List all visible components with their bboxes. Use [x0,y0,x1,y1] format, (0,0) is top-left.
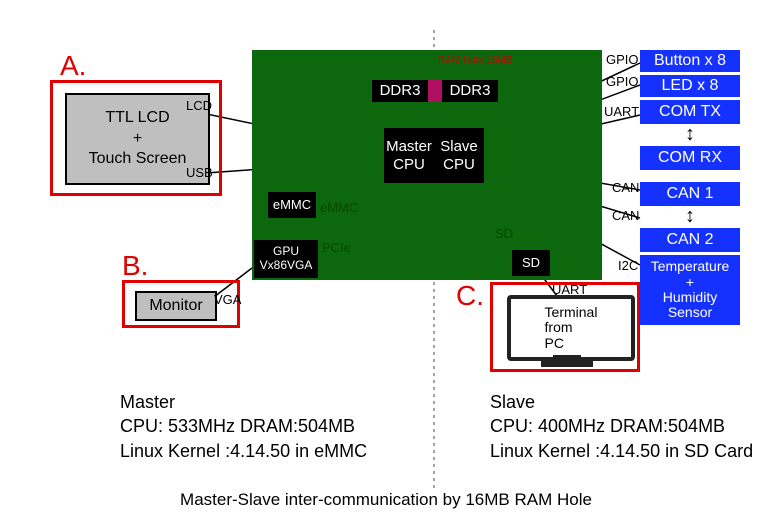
group-b-label: B. [122,250,148,282]
terminal-screen: Terminal from PC [507,295,635,361]
uart1-label: UART [604,104,639,119]
gpu-block: GPU Vx86VGA [254,240,318,278]
terminal-base [541,361,593,367]
com-rx-block: COM RX [640,146,740,170]
emmc-port-label: eMMC [320,200,358,215]
usb-port-label: USB [186,165,213,180]
group-a-label: A. [60,50,86,82]
can-arrow-icon: ↕ [640,206,740,226]
sd-port-label: SD [495,226,513,241]
pcie-port-label: PCIe [322,240,351,255]
can1-block: CAN 1 [640,182,740,206]
leds-block: LED x 8 [640,75,740,97]
monitor-block: Monitor [135,291,217,321]
ddr3-left: DDR3 [372,80,428,102]
ram-hole-marker [428,80,442,102]
i2c-label: I2C [618,258,638,273]
can2-block: CAN 2 [640,228,740,252]
slave-cpu: Slave CPU [434,128,484,183]
group-c-label: C. [456,280,484,312]
lcd-port-label: LCD [186,98,212,113]
ddr3-right: DDR3 [442,80,498,102]
emmc-block: eMMC [268,192,316,218]
sd-block: SD [512,250,550,276]
terminal-uart-label: UART [552,282,587,297]
ram-hole-note: RAM Hole 16MB [438,55,512,66]
footer-caption: Master-Slave inter-communication by 16MB… [0,490,772,510]
com-tx-block: COM TX [640,100,740,124]
master-cpu: Master CPU [384,128,434,183]
slave-caption: Slave CPU: 400MHz DRAM:504MB Linux Kerne… [490,390,753,463]
com-arrow-icon: ↕ [640,124,740,144]
gpio1-label: GPIO [606,52,639,67]
can1-label: CAN [612,180,639,195]
vga-port-label: VGA [214,292,241,307]
gpio2-label: GPIO [606,74,639,89]
sensor-block: Temperature + Humidity Sensor [640,255,740,325]
can2-label: CAN [612,208,639,223]
master-caption: Master CPU: 533MHz DRAM:504MB Linux Kern… [120,390,367,463]
buttons-block: Button x 8 [640,50,740,72]
